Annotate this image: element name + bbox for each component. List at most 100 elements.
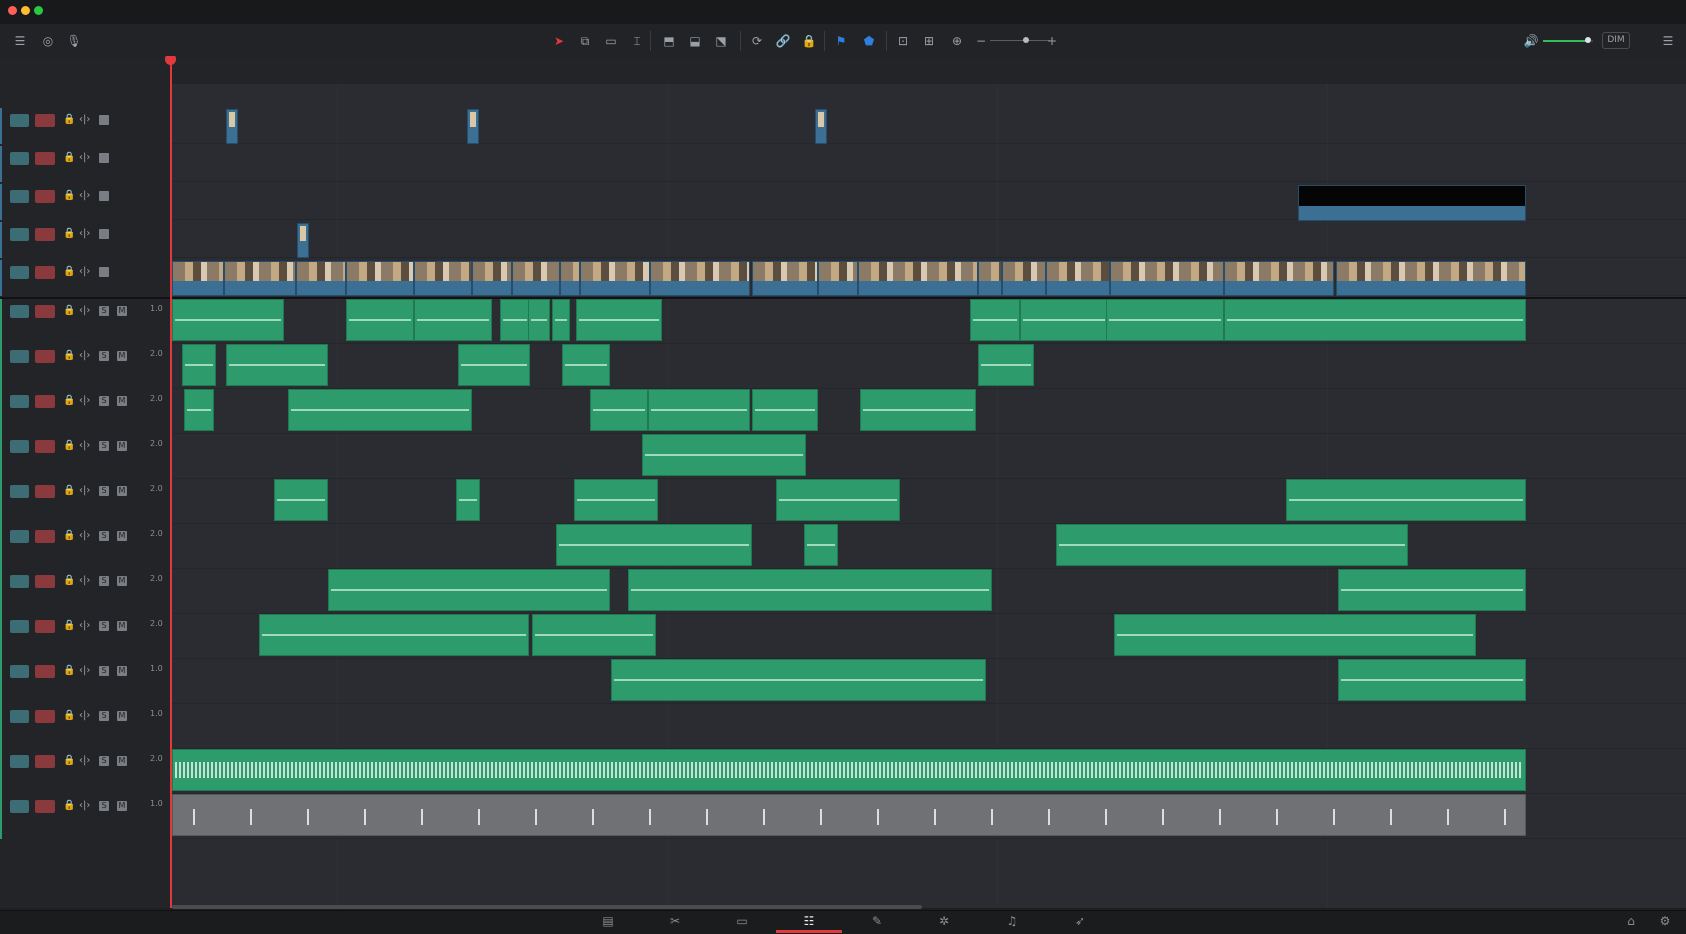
track-link-icon[interactable]: ‹|›: [79, 226, 90, 242]
track-record-arm-button[interactable]: [35, 152, 55, 165]
mute-button[interactable]: M: [117, 396, 127, 406]
track-auto-select-icon[interactable]: [99, 229, 109, 239]
marker-icon[interactable]: ⬟: [858, 33, 880, 49]
video-clip[interactable]: [414, 261, 472, 296]
audio-clip[interactable]: [1338, 569, 1526, 611]
track-enable-button[interactable]: [10, 800, 29, 813]
trim-edit-icon[interactable]: ⧉: [574, 33, 596, 49]
track-lock-icon[interactable]: 🔒: [63, 264, 75, 280]
snap-toggle-icon[interactable]: ⟳: [746, 33, 768, 49]
link-icon[interactable]: 🔗: [772, 33, 794, 49]
track-enable-button[interactable]: [10, 350, 29, 363]
audio-clip[interactable]: [458, 344, 530, 386]
zoom-slider[interactable]: [990, 40, 1050, 41]
mute-button[interactable]: M: [117, 531, 127, 541]
track-lock-icon[interactable]: 🔒: [63, 753, 75, 769]
mute-button[interactable]: M: [117, 351, 127, 361]
timecode-ruler[interactable]: [172, 58, 1686, 85]
track-record-arm-button[interactable]: [35, 620, 55, 633]
track-enable-button[interactable]: [10, 710, 29, 723]
video-clip[interactable]: [858, 261, 978, 296]
track-enable-button[interactable]: [10, 228, 29, 241]
track-enable-button[interactable]: [10, 114, 29, 127]
cut-page-icon[interactable]: ✂: [660, 914, 690, 928]
horizontal-scrollbar[interactable]: [172, 905, 922, 909]
dim-button[interactable]: DIM: [1602, 32, 1630, 49]
track-auto-select-icon[interactable]: [99, 267, 109, 277]
track-link-icon[interactable]: ‹|›: [79, 528, 90, 544]
track-lock-icon[interactable]: 🔒: [63, 528, 75, 544]
track-auto-select-icon[interactable]: [99, 191, 109, 201]
audio-clip[interactable]: [172, 299, 284, 341]
overwrite-clip-icon[interactable]: ⬓: [684, 33, 706, 49]
track-lock-icon[interactable]: 🔒: [63, 663, 75, 679]
mute-button[interactable]: M: [117, 306, 127, 316]
track-lock-icon[interactable]: 🔒: [63, 226, 75, 242]
zoom-slider-handle[interactable]: [1023, 37, 1029, 43]
track-enable-button[interactable]: [10, 305, 29, 318]
solo-button[interactable]: S: [99, 396, 109, 406]
video-clip[interactable]: [818, 261, 858, 296]
edit-page-icon[interactable]: ▭: [727, 914, 757, 928]
color-page-icon[interactable]: ✎: [862, 914, 892, 928]
audio-clip[interactable]: [1338, 659, 1526, 701]
track-lock-icon[interactable]: 🔒: [63, 150, 75, 166]
mute-button[interactable]: M: [117, 576, 127, 586]
audio-clip[interactable]: [1224, 299, 1526, 341]
mute-button[interactable]: M: [117, 711, 127, 721]
zoom-out-button[interactable]: −: [975, 33, 987, 49]
track-lock-icon[interactable]: 🔒: [63, 393, 75, 409]
audio-clip[interactable]: [776, 479, 900, 521]
mute-button[interactable]: M: [117, 666, 127, 676]
audio-clip[interactable]: [628, 569, 992, 611]
track-auto-select-icon[interactable]: [99, 153, 109, 163]
track-record-arm-button[interactable]: [35, 665, 55, 678]
zoom-detail-icon[interactable]: ⊞: [918, 33, 940, 49]
fairlight-page-icon[interactable]: ♫: [997, 914, 1027, 928]
solo-button[interactable]: S: [99, 666, 109, 676]
blade-icon[interactable]: ⌶: [626, 33, 648, 49]
track-link-icon[interactable]: ‹|›: [79, 393, 90, 409]
track-enable-button[interactable]: [10, 755, 29, 768]
minimize-window-button[interactable]: [21, 6, 30, 15]
audio-clip[interactable]: [1286, 479, 1526, 521]
close-window-button[interactable]: [8, 6, 17, 15]
video-clip[interactable]: [172, 261, 224, 296]
video-clip[interactable]: [1002, 261, 1046, 296]
audio-clip[interactable]: [346, 299, 414, 341]
video-clip[interactable]: [512, 261, 560, 296]
audio-clip[interactable]: [184, 389, 214, 431]
flag-icon[interactable]: ⚑: [830, 33, 852, 49]
video-clip-marker[interactable]: [815, 109, 827, 144]
video-clip[interactable]: [1224, 261, 1334, 296]
audio-clip[interactable]: [642, 434, 806, 476]
track-link-icon[interactable]: ‹|›: [79, 112, 90, 128]
track-record-arm-button[interactable]: [35, 190, 55, 203]
fusion-page-icon[interactable]: ✲: [929, 914, 959, 928]
mute-button[interactable]: M: [117, 441, 127, 451]
track-enable-button[interactable]: [10, 485, 29, 498]
audio-clip[interactable]: [1106, 299, 1224, 341]
solo-button[interactable]: S: [99, 621, 109, 631]
track-enable-button[interactable]: [10, 575, 29, 588]
timeline-page-icon[interactable]: ☷: [794, 914, 824, 928]
video-clip-marker[interactable]: [467, 109, 479, 144]
replace-clip-icon[interactable]: ⬔: [710, 33, 732, 49]
audio-clip[interactable]: [288, 389, 472, 431]
track-link-icon[interactable]: ‹|›: [79, 798, 90, 814]
track-lock-icon[interactable]: 🔒: [63, 483, 75, 499]
track-record-arm-button[interactable]: [35, 228, 55, 241]
track-lock-icon[interactable]: 🔒: [63, 438, 75, 454]
audio-clip[interactable]: [978, 344, 1034, 386]
dynamic-trim-icon[interactable]: ▭: [600, 33, 622, 49]
video-clip[interactable]: [580, 261, 650, 296]
video-clip[interactable]: [1046, 261, 1110, 296]
solo-button[interactable]: S: [99, 531, 109, 541]
playhead[interactable]: [170, 58, 172, 908]
track-enable-button[interactable]: [10, 152, 29, 165]
selection-pointer-icon[interactable]: ➤: [548, 33, 570, 49]
speaker-icon[interactable]: 🔊: [1523, 33, 1539, 49]
track-record-arm-button[interactable]: [35, 395, 55, 408]
audio-clip[interactable]: [1056, 524, 1408, 566]
audio-clip[interactable]: [552, 299, 570, 341]
